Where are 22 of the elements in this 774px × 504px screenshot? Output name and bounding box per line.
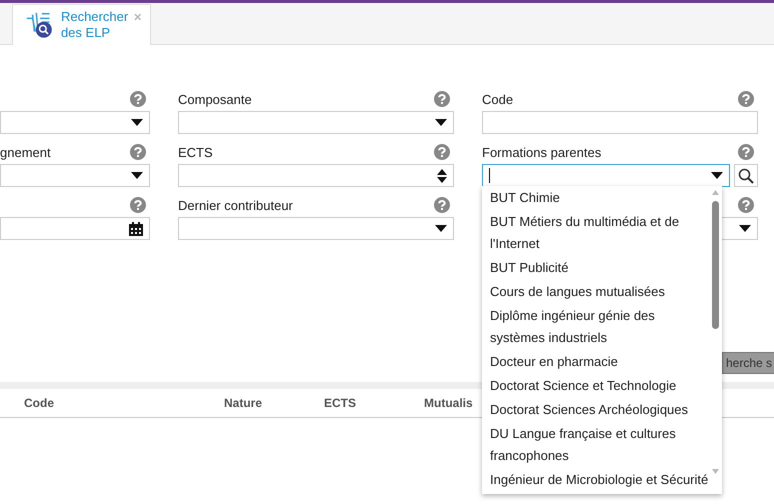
column-header[interactable]: Mutualis	[424, 396, 473, 410]
field-label: ECTS	[178, 144, 213, 160]
field-label: Formations parentes	[482, 144, 602, 160]
dropdown-option[interactable]: Diplôme ingénieur génie des systèmes industriels	[490, 304, 711, 350]
field-label: Code	[482, 92, 514, 106]
dropdown-option[interactable]: Ingénieur de Microbiologie et Sécurité	[490, 468, 711, 492]
field-label: gnement	[0, 144, 51, 160]
column-header[interactable]: Nature	[224, 396, 262, 410]
dropdown-option[interactable]: Doctorat Sciences Archéologiques	[490, 398, 711, 422]
field-label: Dernier contributeur	[178, 198, 293, 212]
field-label: Composante	[178, 92, 252, 106]
dropdown-option[interactable]: BUT Chimie	[490, 186, 711, 210]
dropdown-option[interactable]: DU Langue française et cultures francophones	[490, 422, 711, 468]
dropdown-option[interactable]: Docteur en pharmacie	[490, 350, 711, 374]
search-button[interactable]: herche s	[722, 352, 774, 374]
column-header[interactable]: ECTS	[324, 396, 356, 410]
dropdown-option[interactable]: BUT Publicité	[490, 256, 711, 280]
dropdown-option[interactable]: Cours de langues mutualisées	[490, 280, 711, 304]
column-header[interactable]: Code	[24, 396, 54, 410]
search-tab[interactable]: Rechercher des ELP	[12, 4, 151, 45]
dropdown-option[interactable]: BUT Métiers du multimédia et de l'Internet	[490, 210, 711, 256]
dropdown-option[interactable]: Doctorat Science et Technologie	[490, 374, 711, 398]
